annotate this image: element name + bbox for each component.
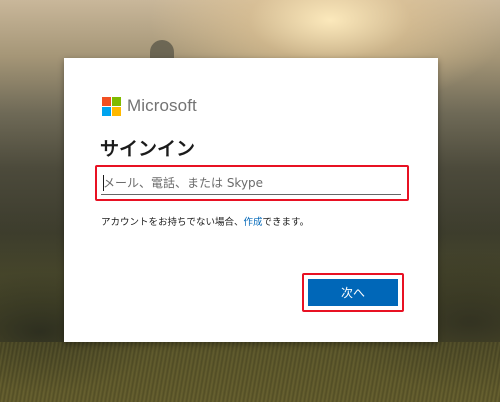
mountain-peak xyxy=(150,40,174,60)
no-account-text: アカウントをお持ちでない場合、作成できます。 xyxy=(101,214,309,228)
logo-red-square xyxy=(102,96,111,106)
brand-name: Microsoft xyxy=(127,96,197,115)
text-caret xyxy=(103,175,104,191)
logo-green-square xyxy=(112,96,121,106)
create-account-link[interactable]: 作成 xyxy=(244,217,263,228)
grass xyxy=(0,342,500,402)
brand: Microsoft xyxy=(102,96,197,116)
input-highlight xyxy=(95,165,409,201)
next-button[interactable]: 次へ xyxy=(308,279,398,306)
no-account-suffix: できます。 xyxy=(262,217,310,228)
logo-yellow-square xyxy=(112,106,121,116)
email-phone-skype-input[interactable] xyxy=(101,171,401,195)
signin-card: Microsoft サインイン アカウントをお持ちでない場合、作成できます。 次… xyxy=(64,58,438,342)
background: Microsoft サインイン アカウントをお持ちでない場合、作成できます。 次… xyxy=(0,0,500,402)
button-highlight: 次へ xyxy=(302,273,404,312)
logo-blue-square xyxy=(102,106,111,116)
page-title: サインイン xyxy=(100,138,196,160)
microsoft-logo-icon xyxy=(102,96,121,116)
no-account-prefix: アカウントをお持ちでない場合、 xyxy=(101,217,244,228)
